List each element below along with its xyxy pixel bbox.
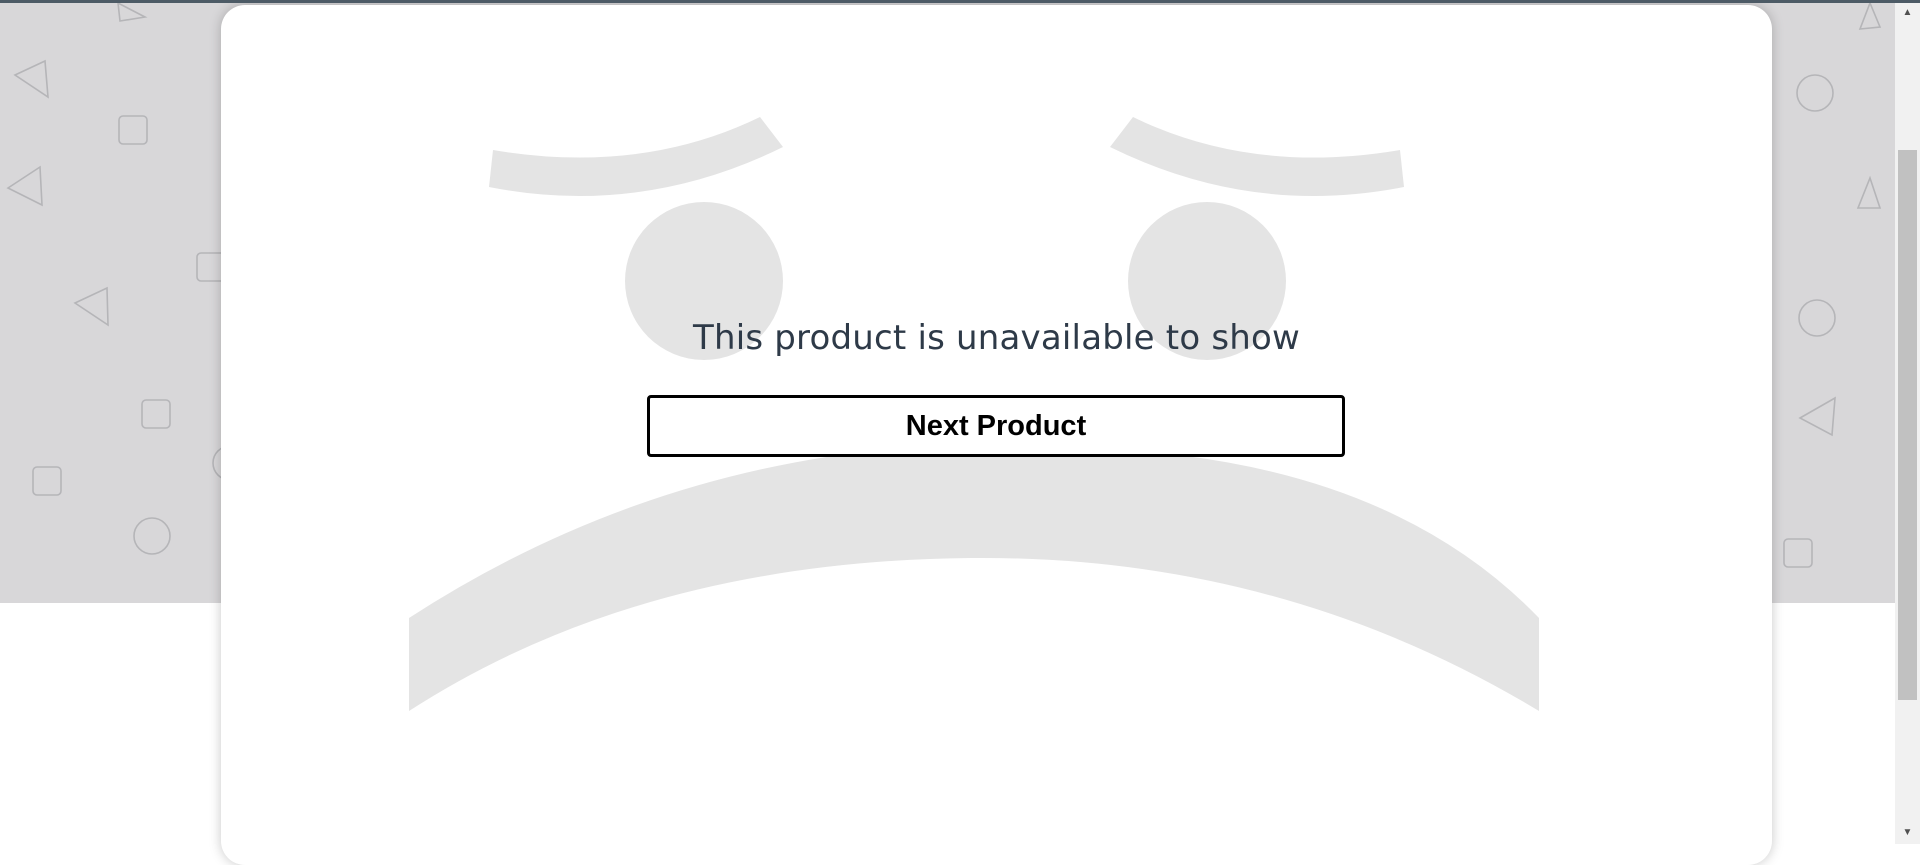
- vertical-scrollbar[interactable]: ▲ ▼: [1895, 0, 1920, 844]
- product-unavailable-card: This product is unavailable to show Next…: [221, 5, 1772, 865]
- scroll-up-arrow-icon[interactable]: ▲: [1895, 2, 1920, 22]
- top-border: [0, 0, 1920, 3]
- next-product-button[interactable]: Next Product: [647, 395, 1345, 457]
- unavailable-message: This product is unavailable to show: [692, 318, 1300, 358]
- scrollbar-thumb[interactable]: [1898, 150, 1917, 700]
- scroll-down-arrow-icon[interactable]: ▼: [1895, 822, 1920, 842]
